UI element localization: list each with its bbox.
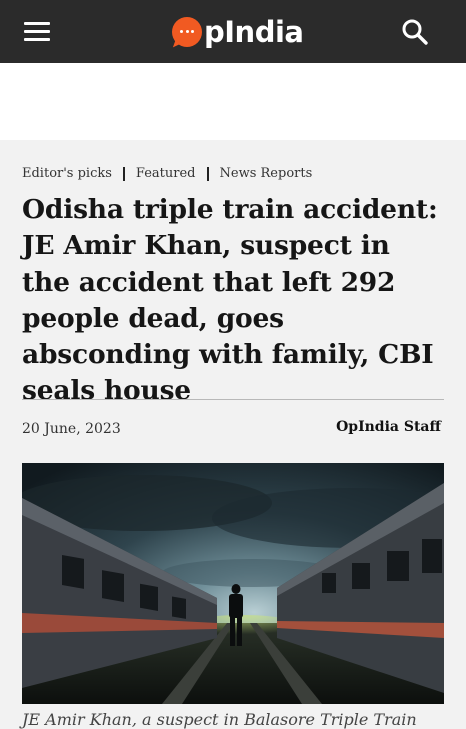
category-separator [122,166,125,181]
advertisement-slot [0,63,466,140]
article-headline: Odisha triple train accident: JE Amir Kh… [22,194,438,407]
site-logo[interactable]: pIndia [172,14,304,51]
publish-date: 20 June, 2023 [22,421,121,437]
article-hero-image [22,463,444,704]
category-separator [206,166,209,181]
search-icon[interactable] [400,17,430,47]
category-link-news-reports[interactable]: News Reports [220,166,313,181]
top-navigation-bar: pIndia [0,0,466,63]
hero-image-illustration [22,463,444,704]
divider [22,399,444,400]
speech-bubble-logo-icon [172,17,202,51]
article-container: Editor's picks Featured News Reports Odi… [0,140,466,729]
category-link-featured[interactable]: Featured [136,166,196,181]
category-link-editors-picks[interactable]: Editor's picks [22,166,112,181]
logo-text: pIndia [204,15,304,49]
category-list: Editor's picks Featured News Reports [22,166,312,181]
hamburger-menu-icon[interactable] [24,20,52,42]
author-link[interactable]: OpIndia Staff [336,419,441,435]
